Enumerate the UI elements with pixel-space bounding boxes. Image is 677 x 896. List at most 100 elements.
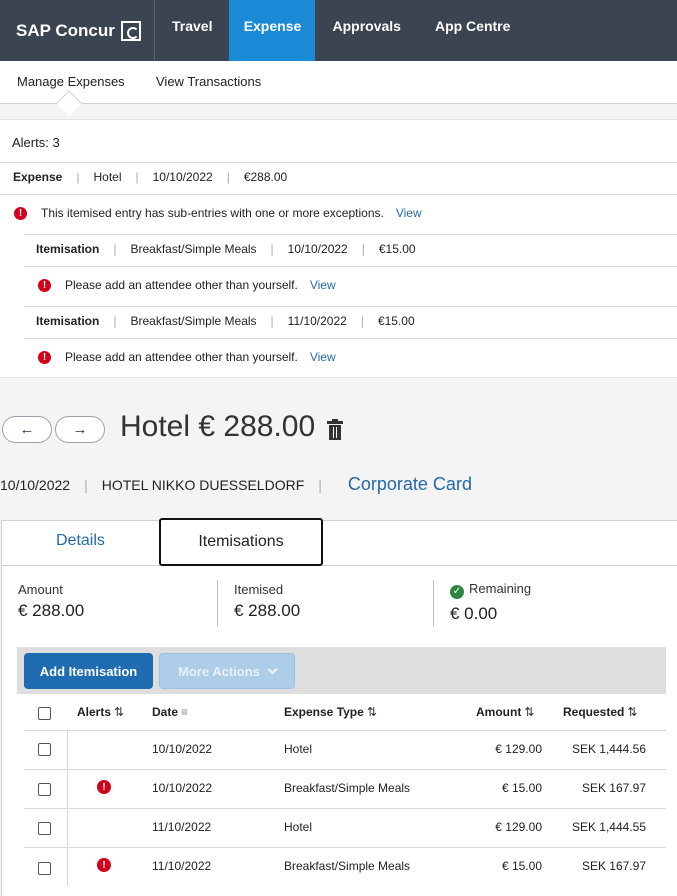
- nav-tab-expense[interactable]: Expense: [229, 0, 316, 61]
- alert-expense-amount: €288.00: [243, 170, 288, 184]
- expense-vendor: HOTEL NIKKO DUESSELDORF: [101, 476, 305, 493]
- trash-icon[interactable]: [327, 419, 343, 441]
- row-date: 10/10/2022: [152, 742, 213, 756]
- remaining-value: € 0.00: [450, 604, 498, 623]
- sort-icon: ⇅: [114, 705, 125, 719]
- add-itemisation-button[interactable]: Add Itemisation: [24, 653, 153, 689]
- amount-value: € 288.00: [18, 601, 85, 620]
- check-circle-icon: ✓: [450, 584, 464, 599]
- column-header-date[interactable]: Date ≡: [152, 705, 188, 719]
- brand-name: SAP Concur: [16, 20, 115, 40]
- alert-item-name: Breakfast/Simple Meals: [130, 314, 257, 328]
- chevron-down-icon: [267, 664, 278, 674]
- top-nav: SAP Concur Travel Expense Approvals App …: [0, 0, 677, 61]
- column-label: Amount: [476, 705, 522, 719]
- column-label: Expense Type: [284, 705, 364, 719]
- divider: [0, 194, 677, 195]
- row-expense-type[interactable]: Breakfast/Simple Meals: [284, 859, 410, 873]
- subnav-manage-expenses[interactable]: Manage Expenses: [17, 74, 125, 89]
- row-checkbox[interactable]: [38, 783, 51, 796]
- row-requested: SEK 1,444.55: [571, 820, 646, 834]
- row-amount: € 129.00: [495, 820, 542, 834]
- row-checkbox[interactable]: [38, 743, 51, 756]
- row-requested: SEK 1,444.56: [571, 742, 646, 756]
- view-link[interactable]: View: [310, 278, 336, 292]
- alert-itemisation-row: Itemisation | Breakfast/Simple Meals | 11/…: [36, 314, 415, 328]
- exclamation-icon[interactable]: !: [97, 780, 111, 794]
- row-date: 11/10/2022: [152, 859, 212, 873]
- alert-item-type: Itemisation: [36, 242, 100, 256]
- more-actions-button[interactable]: More Actions: [159, 653, 295, 689]
- divider: [24, 306, 677, 307]
- sort-asc-icon: ≡: [181, 705, 189, 719]
- divider: [24, 234, 677, 235]
- remaining-label-wrap: ✓ Remaining: [450, 581, 531, 599]
- divider: [24, 769, 666, 770]
- tab-divider: [2, 565, 677, 566]
- column-header-alerts[interactable]: Alerts ⇅: [77, 705, 124, 719]
- previous-expense-button[interactable]: ←: [2, 416, 52, 443]
- divider: [24, 730, 666, 731]
- alert-item-name: Breakfast/Simple Meals: [130, 242, 257, 256]
- row-checkbox[interactable]: [38, 862, 51, 875]
- alert-item-error: ! Please add an attendee other than your…: [38, 350, 336, 364]
- divider: [217, 580, 218, 626]
- column-label: Requested: [563, 705, 625, 719]
- more-actions-label: More Actions: [178, 663, 260, 679]
- alert-item-date: 10/10/2022: [287, 242, 348, 256]
- row-date: 11/10/2022: [152, 820, 212, 834]
- sort-icon: ⇅: [524, 705, 535, 719]
- alert-item-type: Itemisation: [36, 314, 100, 328]
- row-expense-type[interactable]: Hotel: [284, 820, 312, 834]
- alert-expense-date: 10/10/2022: [152, 170, 213, 184]
- nav-tab-app-centre[interactable]: App Centre: [418, 0, 527, 61]
- brand-logo[interactable]: SAP Concur: [0, 0, 155, 61]
- divider: [24, 847, 666, 848]
- column-header-requested[interactable]: Requested ⇅: [563, 705, 637, 719]
- sub-nav: Manage Expenses View Transactions: [0, 61, 677, 104]
- alert-item-error: ! Please add an attendee other than your…: [38, 278, 336, 292]
- itemised-value: € 288.00: [234, 601, 301, 620]
- expense-info-line: 10/10/2022 | HOTEL NIKKO DUESSELDORF | Cor…: [0, 474, 472, 495]
- divider: [0, 162, 677, 163]
- divider: [24, 338, 677, 339]
- sort-icon: ⇅: [366, 705, 377, 719]
- row-requested: SEK 167.97: [581, 859, 646, 873]
- alert-itemisation-row: Itemisation | Breakfast/Simple Meals | 10/…: [36, 242, 416, 256]
- exclamation-icon: !: [38, 278, 51, 292]
- sort-icon: ⇅: [627, 705, 638, 719]
- remaining-label: Remaining: [469, 581, 532, 596]
- view-link[interactable]: View: [396, 206, 422, 220]
- row-expense-type[interactable]: Breakfast/Simple Meals: [284, 781, 410, 795]
- row-amount: € 15.00: [501, 859, 542, 873]
- subnav-view-transactions[interactable]: View Transactions: [156, 74, 261, 89]
- alert-expense-name: Hotel: [93, 170, 122, 184]
- tab-details[interactable]: Details: [56, 532, 105, 550]
- alerts-count: Alerts: 3: [12, 135, 60, 150]
- concur-logo-icon: [120, 20, 141, 41]
- alert-item-amount: €15.00: [377, 314, 415, 328]
- row-amount: € 129.00: [495, 742, 542, 756]
- exclamation-icon: !: [14, 206, 27, 220]
- divider: [24, 808, 666, 809]
- payment-type-link[interactable]: Corporate Card: [348, 474, 472, 495]
- row-amount: € 15.00: [501, 781, 542, 795]
- exclamation-icon[interactable]: !: [97, 858, 111, 872]
- row-expense-type[interactable]: Hotel: [284, 742, 312, 756]
- select-all-checkbox[interactable]: [38, 707, 51, 720]
- expense-date: 10/10/2022: [0, 476, 71, 493]
- itemised-label: Itemised: [234, 582, 284, 597]
- nav-tab-travel[interactable]: Travel: [155, 0, 229, 61]
- view-link[interactable]: View: [310, 350, 336, 364]
- alert-error-text: Please add an attendee other than yourse…: [65, 350, 298, 364]
- row-checkbox[interactable]: [38, 822, 51, 835]
- next-expense-button[interactable]: →: [55, 416, 105, 443]
- alerts-panel: Alerts: 3 Expense | Hotel | 10/10/2022 | €2…: [0, 119, 677, 378]
- column-header-expense-type[interactable]: Expense Type ⇅: [284, 705, 377, 719]
- column-header-amount[interactable]: Amount ⇅: [476, 705, 534, 719]
- arrow-right-icon: →: [72, 421, 88, 438]
- alert-expense-row: Expense | Hotel | 10/10/2022 | €288.00: [13, 170, 288, 184]
- nav-tab-approvals[interactable]: Approvals: [315, 0, 417, 61]
- alert-error-text: Please add an attendee other than yourse…: [65, 278, 298, 292]
- tab-itemisations[interactable]: Itemisations: [159, 518, 323, 566]
